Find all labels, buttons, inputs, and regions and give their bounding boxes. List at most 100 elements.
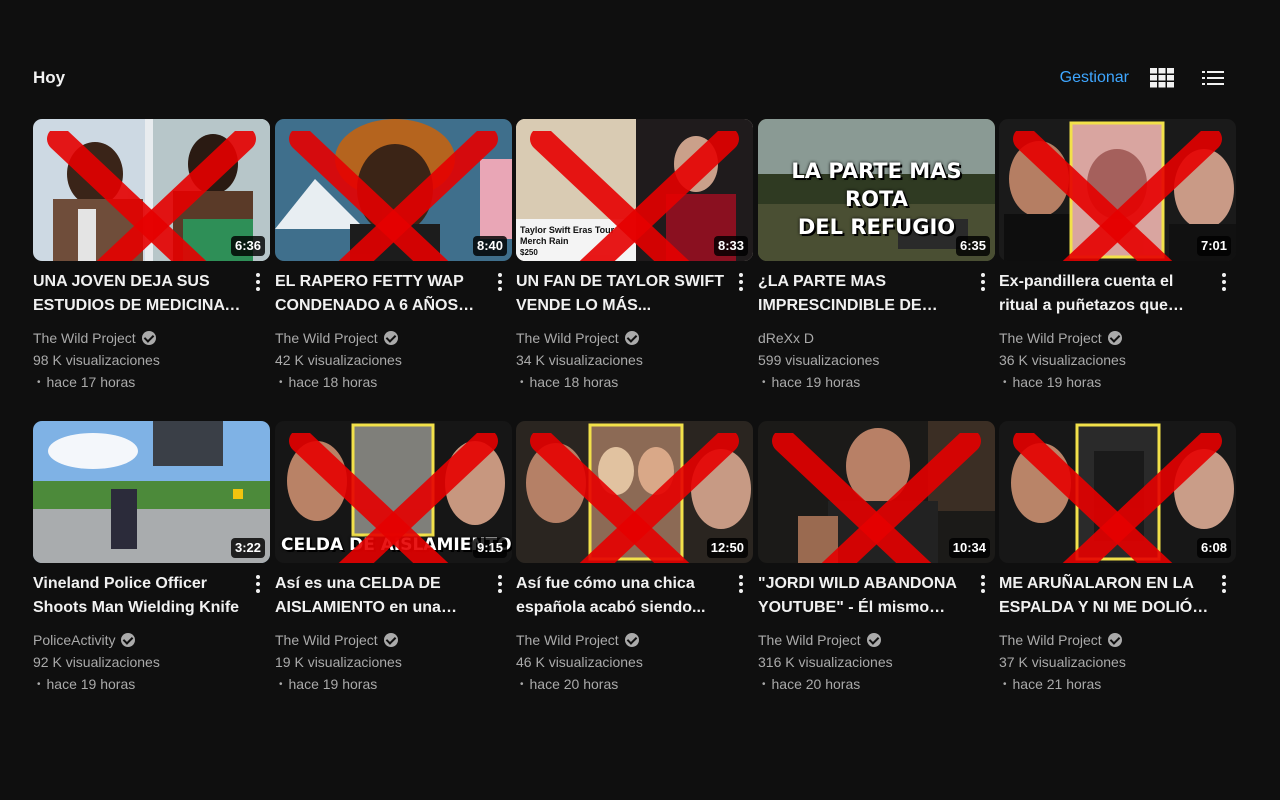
channel-name[interactable]: The Wild Project (516, 328, 639, 348)
video-duration: 6:35 (955, 236, 990, 256)
video-card: 3:22 Vineland Police Officer Shoots Man … (33, 421, 270, 711)
video-duration: 10:34 (948, 538, 990, 558)
verified-check-icon (1107, 331, 1122, 345)
video-title[interactable]: EL RAPERO FETTY WAP CONDENADO A 6 AÑOS D… (275, 270, 487, 318)
video-thumbnail[interactable]: LA PARTE MAS ROTA DEL REFUGIO 6:35 (758, 119, 995, 261)
view-count: 92 K visualizaciones (33, 654, 160, 670)
channel-name[interactable]: The Wild Project (999, 328, 1122, 348)
video-thumbnail[interactable]: 6:36 (33, 119, 270, 261)
view-count: 316 K visualizaciones (758, 654, 893, 670)
verified-check-icon (383, 331, 398, 345)
video-card: 6:08 ME ARUÑALARON EN LA ESPALDA Y NI ME… (999, 421, 1236, 711)
thumbnail-caption: Taylor Swift Eras Tour Merch Rain $250 (520, 225, 614, 258)
video-title[interactable]: ME ARUÑALARON EN LA ESPALDA Y NI ME DOLI… (999, 572, 1211, 620)
video-thumbnail[interactable]: 8:40 (275, 119, 512, 261)
channel-name[interactable]: PoliceActivity (33, 630, 136, 650)
video-title[interactable]: Ex-pandillera cuenta el ritual a puñetaz… (999, 270, 1211, 318)
more-vertical-icon[interactable] (733, 572, 749, 594)
video-duration: 3:22 (230, 538, 265, 558)
more-vertical-icon[interactable] (1216, 572, 1232, 594)
video-thumbnail[interactable]: 6:08 (999, 421, 1236, 563)
video-thumbnail[interactable]: CELDA DE AISLAMIENTO 9:15 (275, 421, 512, 563)
more-vertical-icon[interactable] (733, 270, 749, 292)
channel-link[interactable]: The Wild Project (516, 330, 619, 346)
more-vertical-icon[interactable] (250, 572, 266, 594)
video-thumbnail[interactable]: Taylor Swift Eras Tour Merch Rain $250 8… (516, 119, 753, 261)
video-card: 12:50 Así fue cómo una chica española ac… (516, 421, 753, 711)
channel-link[interactable]: The Wild Project (275, 330, 378, 346)
grid-view-icon[interactable] (1150, 68, 1174, 88)
video-card: 8:40 EL RAPERO FETTY WAP CONDENADO A 6 A… (275, 119, 512, 409)
video-card: 10:34 "JORDI WILD ABANDONA YOUTUBE" - Él… (758, 421, 995, 711)
thumbnail-caption-line: $250 (520, 248, 538, 257)
upload-age: hace 20 horas (516, 674, 619, 695)
channel-link[interactable]: The Wild Project (33, 330, 136, 346)
channel-name[interactable]: The Wild Project (516, 630, 639, 650)
thumbnail-caption-line: LA PARTE MAS ROTA (791, 159, 962, 211)
channel-name[interactable]: The Wild Project (33, 328, 156, 348)
view-count: 37 K visualizaciones (999, 654, 1126, 670)
section-title: Hoy (33, 68, 66, 87)
view-count: 19 K visualizaciones (275, 654, 402, 670)
video-duration: 9:15 (472, 538, 507, 558)
channel-link[interactable]: The Wild Project (516, 632, 619, 648)
video-card: LA PARTE MAS ROTA DEL REFUGIO 6:35 ¿LA P… (758, 119, 995, 409)
more-vertical-icon[interactable] (250, 270, 266, 292)
upload-age: hace 17 horas (33, 372, 136, 393)
channel-link[interactable]: PoliceActivity (33, 632, 115, 648)
video-title[interactable]: "JORDI WILD ABANDONA YOUTUBE" - Él mismo… (758, 572, 970, 620)
more-vertical-icon[interactable] (1216, 270, 1232, 292)
verified-check-icon (121, 633, 136, 647)
channel-link[interactable]: The Wild Project (999, 632, 1102, 648)
verified-check-icon (383, 633, 398, 647)
channel-name[interactable]: The Wild Project (999, 630, 1122, 650)
video-title[interactable]: Vineland Police Officer Shoots Man Wield… (33, 572, 245, 620)
more-vertical-icon[interactable] (975, 270, 991, 292)
video-title[interactable]: ¿LA PARTE MAS IMPRESCINDIBLE DE TODO... (758, 270, 970, 318)
video-duration: 7:01 (1196, 236, 1231, 256)
video-duration: 6:08 (1196, 538, 1231, 558)
view-count: 34 K visualizaciones (516, 352, 643, 368)
more-vertical-icon[interactable] (492, 572, 508, 594)
view-count: 42 K visualizaciones (275, 352, 402, 368)
video-thumbnail[interactable]: 3:22 (33, 421, 270, 563)
view-count: 36 K visualizaciones (999, 352, 1126, 368)
manage-button[interactable]: Gestionar (1060, 66, 1129, 90)
channel-link[interactable]: dReXx D (758, 330, 814, 346)
video-thumbnail[interactable]: 7:01 (999, 119, 1236, 261)
video-title[interactable]: Así es una CELDA DE AISLAMIENTO en una c… (275, 572, 487, 620)
video-duration: 6:36 (230, 236, 265, 256)
video-title[interactable]: UN FAN DE TAYLOR SWIFT VENDE LO MÁS... (516, 270, 728, 318)
list-view-icon[interactable] (1202, 68, 1224, 88)
video-card: CELDA DE AISLAMIENTO 9:15 Así es una CEL… (275, 421, 512, 711)
video-title[interactable]: Así fue cómo una chica española acabó si… (516, 572, 728, 620)
upload-age: hace 19 horas (33, 674, 136, 695)
upload-age: hace 20 horas (758, 674, 861, 695)
channel-link[interactable]: The Wild Project (999, 330, 1102, 346)
thumbnail-caption: LA PARTE MAS ROTA DEL REFUGIO (758, 157, 995, 241)
video-thumbnail[interactable]: 12:50 (516, 421, 753, 563)
verified-check-icon (624, 633, 639, 647)
channel-name[interactable]: The Wild Project (758, 630, 881, 650)
channel-name[interactable]: The Wild Project (275, 630, 398, 650)
verified-check-icon (624, 331, 639, 345)
view-count: 599 visualizaciones (758, 352, 880, 368)
more-vertical-icon[interactable] (975, 572, 991, 594)
channel-link[interactable]: The Wild Project (275, 632, 378, 648)
video-duration: 8:40 (472, 236, 507, 256)
video-duration: 12:50 (706, 538, 748, 558)
video-title[interactable]: UNA JOVEN DEJA SUS ESTUDIOS DE MEDICINA … (33, 270, 245, 318)
verified-check-icon (1107, 633, 1122, 647)
section-header: Hoy Gestionar (33, 66, 1232, 90)
upload-age: hace 18 horas (516, 372, 619, 393)
more-vertical-icon[interactable] (492, 270, 508, 292)
video-card: 6:36 UNA JOVEN DEJA SUS ESTUDIOS DE MEDI… (33, 119, 270, 409)
verified-check-icon (141, 331, 156, 345)
channel-link[interactable]: The Wild Project (758, 632, 861, 648)
upload-age: hace 19 horas (758, 372, 861, 393)
channel-name[interactable]: dReXx D (758, 328, 814, 348)
thumbnail-caption-line: Taylor Swift Eras Tour (520, 225, 615, 235)
verified-check-icon (866, 633, 881, 647)
channel-name[interactable]: The Wild Project (275, 328, 398, 348)
video-thumbnail[interactable]: 10:34 (758, 421, 995, 563)
